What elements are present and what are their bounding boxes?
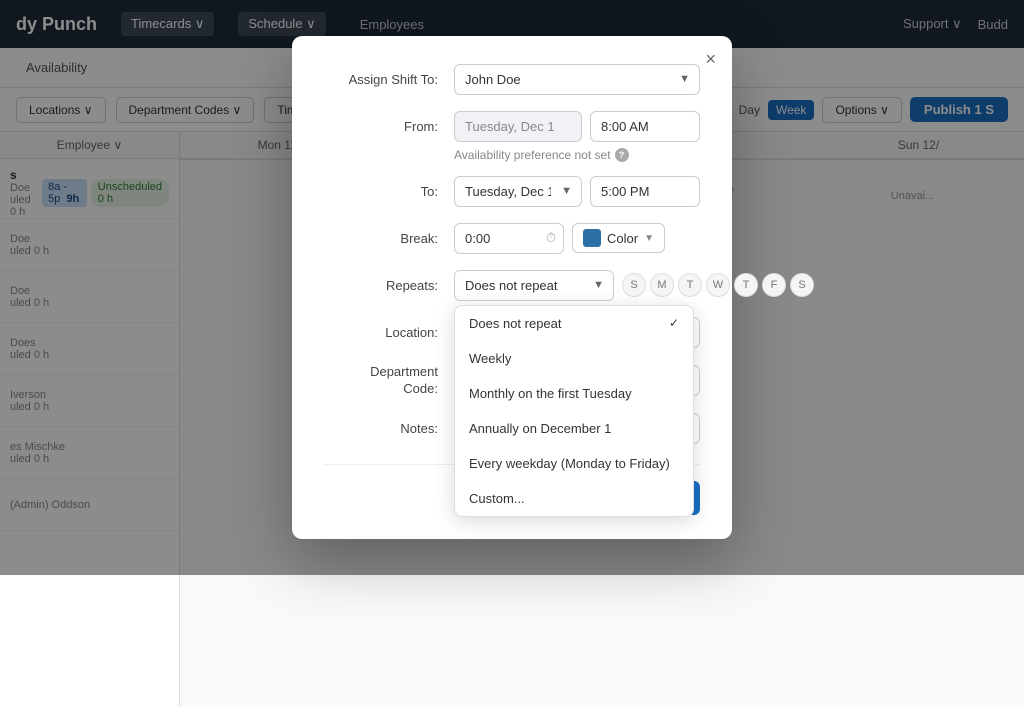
day-chip-sat[interactable]: S — [790, 273, 814, 297]
dropdown-item-monthly-first-tuesday[interactable]: Monthly on the first Tuesday — [455, 376, 693, 411]
to-date-wrap: Tuesday, Dec 1 ▼ — [454, 176, 582, 207]
day-chip-thu[interactable]: T — [734, 273, 758, 297]
help-icon[interactable]: ? — [615, 148, 629, 162]
to-row: To: Tuesday, Dec 1 ▼ — [324, 176, 700, 207]
day-chips: S M T W T F S — [622, 273, 814, 297]
assign-label: Assign Shift To: — [324, 72, 454, 87]
dropdown-item-every-weekday[interactable]: Every weekday (Monday to Friday) — [455, 446, 693, 481]
modal-overlay: × Assign Shift To: John Doe ▼ From: Tues… — [0, 0, 1024, 575]
break-row: Break: ⏱ Color ▼ — [324, 223, 700, 254]
from-date-display: Tuesday, Dec 1 — [454, 111, 582, 142]
repeats-dropdown: Does not repeat ✓ Weekly Monthly on the … — [454, 305, 694, 517]
from-row: From: Tuesday, Dec 1 — [324, 111, 700, 142]
color-button[interactable]: Color ▼ — [572, 223, 665, 253]
check-icon: ✓ — [669, 316, 679, 330]
repeats-select-wrap: Does not repeat ▼ Does not repeat ✓ Week… — [454, 270, 614, 301]
dropdown-item-custom[interactable]: Custom... — [455, 481, 693, 516]
notes-label: Notes: — [324, 421, 454, 436]
to-label: To: — [324, 184, 454, 199]
day-chip-mon[interactable]: M — [650, 273, 674, 297]
repeats-select[interactable]: Does not repeat — [454, 270, 614, 301]
color-label: Color — [607, 231, 638, 246]
from-time-input[interactable] — [590, 111, 700, 142]
day-chip-fri[interactable]: F — [762, 273, 786, 297]
add-shift-modal: × Assign Shift To: John Doe ▼ From: Tues… — [292, 36, 732, 540]
color-chevron-icon: ▼ — [644, 233, 654, 244]
availability-text: Availability preference not set — [454, 148, 611, 162]
from-label: From: — [324, 119, 454, 134]
from-group: Tuesday, Dec 1 — [454, 111, 700, 142]
location-label: Location: — [324, 325, 454, 340]
assign-shift-row: Assign Shift To: John Doe ▼ — [324, 64, 700, 95]
day-chip-tue[interactable]: T — [678, 273, 702, 297]
clock-icon: ⏱ — [546, 230, 556, 246]
dropdown-item-annually-december[interactable]: Annually on December 1 — [455, 411, 693, 446]
repeats-row: Repeats: Does not repeat ▼ Does not repe… — [324, 270, 700, 301]
break-group: ⏱ Color ▼ — [454, 223, 665, 254]
to-time-input[interactable] — [590, 176, 700, 207]
dropdown-item-weekly[interactable]: Weekly — [455, 341, 693, 376]
assign-select[interactable]: John Doe — [454, 64, 700, 95]
assign-control: John Doe ▼ — [454, 64, 700, 95]
to-group: Tuesday, Dec 1 ▼ — [454, 176, 700, 207]
dropdown-item-does-not-repeat[interactable]: Does not repeat ✓ — [455, 306, 693, 341]
day-chip-sun[interactable]: S — [622, 273, 646, 297]
color-swatch — [583, 229, 601, 247]
break-input-wrap: ⏱ — [454, 223, 564, 254]
availability-row: Availability preference not set ? — [454, 148, 700, 162]
dept-code-label: DepartmentCode: — [324, 364, 454, 398]
repeats-label: Repeats: — [324, 278, 454, 293]
break-label: Break: — [324, 231, 454, 246]
day-chip-wed[interactable]: W — [706, 273, 730, 297]
close-button[interactable]: × — [705, 50, 716, 68]
repeats-group: Does not repeat ▼ Does not repeat ✓ Week… — [454, 270, 814, 301]
to-date-select[interactable]: Tuesday, Dec 1 — [454, 176, 582, 207]
